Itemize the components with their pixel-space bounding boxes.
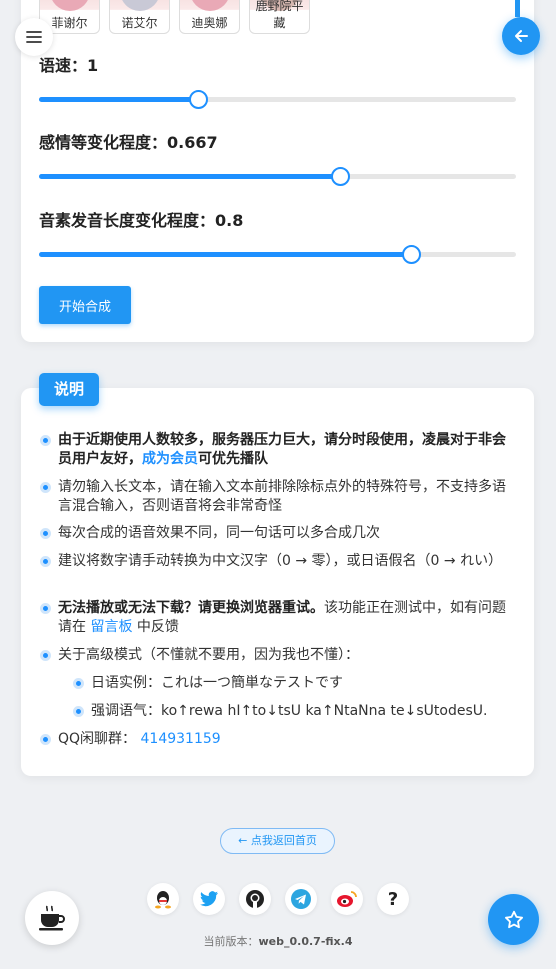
list-item: 无法播放或无法下载？请更换浏览器重试。该功能正在测试中，如有问题请在 留言板 中… (40, 599, 514, 637)
phoneme-length-label: 音素发音长度变化程度：0.8 (39, 211, 244, 230)
sub-list-item: 强调语气：ko↑rewa hI↑to↓tsU ka↑NtaNna te↓sUto… (73, 702, 513, 721)
back-home-button[interactable]: ← 点我返回首页 (220, 828, 335, 854)
star-icon (504, 910, 523, 928)
note-bold: 无法播放或无法下载？请更换浏览器重试。 (58, 600, 324, 616)
note-bold-after: 可优先播队 (198, 451, 268, 467)
slider-fill (39, 252, 412, 257)
list-item: 请勿输入长文本，请在输入文本前排除除标点外的特殊符号，不支持多语言混合输入，否则… (40, 478, 514, 516)
version-info: 当前版本：web_0.0.7-fix.4 (0, 933, 556, 949)
character-name: 鹿野院平藏 (255, 0, 304, 30)
menu-icon (26, 31, 42, 43)
version-value: web_0.0.7-fix.4 (258, 935, 353, 948)
note-bold: 由于近期使用人数较多，服务器压力巨大，请分时段使用，凌晨对于非会员用户友好， (58, 432, 506, 467)
note-text: 请勿输入长文本，请在输入文本前排除除标点外的特殊符号，不支持多语言混合输入，否则… (58, 479, 506, 514)
list-item: 由于近期使用人数较多，服务器压力巨大，请分时段使用，凌晨对于非会员用户友好，成为… (40, 431, 514, 469)
note-text: 每次合成的语音效果不同，同一句话可以多合成几次 (58, 525, 380, 541)
scroll-indicator (515, 0, 520, 17)
bullet-icon (40, 528, 51, 539)
sub-list-item: 日语实例：これは一つ簡単なテストです (73, 674, 513, 693)
character-thumb[interactable]: 迪奥娜 (179, 0, 240, 34)
favorite-button[interactable] (488, 894, 539, 945)
character-art (50, 0, 90, 11)
telegram-icon[interactable] (285, 883, 317, 915)
bullet-icon (73, 706, 84, 717)
emotion-slider[interactable] (39, 167, 516, 186)
character-thumb[interactable]: 鹿野院平藏 (249, 0, 310, 34)
note-text: 日语实例：これは一つ簡単なテストです (91, 675, 343, 691)
arrow-left-icon (515, 30, 528, 42)
emotion-label: 感情等变化程度：0.667 (39, 133, 218, 152)
speed-label: 语速：1 (39, 56, 99, 75)
slider-handle[interactable] (330, 167, 350, 186)
menu-button[interactable] (15, 18, 53, 56)
note-text: 关于高级模式（不懂就不要用，因为我也不懂）： (58, 647, 359, 663)
bullet-icon (40, 556, 51, 567)
coffee-cup-icon (39, 905, 65, 931)
coffee-button[interactable] (25, 891, 79, 945)
version-label: 当前版本： (203, 935, 259, 948)
twitter-icon[interactable] (193, 883, 225, 915)
bullet-icon (40, 734, 51, 745)
bullet-icon (40, 482, 51, 493)
bullet-icon (40, 650, 51, 661)
note-text: 建议将数字请手动转换为中文汉字（0 → 零），或日语假名（0 → れい） (58, 553, 503, 569)
character-art (120, 0, 160, 11)
message-board-link[interactable]: 留言板 (90, 619, 132, 635)
slider-fill (39, 97, 198, 102)
character-name: 诺艾尔 (121, 16, 158, 30)
bullet-icon (40, 435, 51, 446)
list-item: 建议将数字请手动转换为中文汉字（0 → 零），或日语假名（0 → れい） (40, 552, 514, 571)
bullet-icon (40, 603, 51, 614)
membership-link[interactable]: 成为会员 (142, 451, 198, 467)
social-links: ? (147, 883, 409, 915)
github-icon[interactable] (239, 883, 271, 915)
list-item: 每次合成的语音效果不同，同一句话可以多合成几次 (40, 524, 514, 543)
info-badge: 说明 (39, 373, 99, 406)
character-list: 菲谢尔 诺艾尔 迪奥娜 鹿野院平藏 (39, 0, 310, 34)
character-name: 迪奥娜 (191, 16, 228, 30)
bullet-icon (73, 678, 84, 689)
list-item: 关于高级模式（不懂就不要用，因为我也不懂）： (40, 646, 514, 665)
qq-group-link[interactable]: 414931159 (141, 731, 221, 747)
start-synthesis-button[interactable]: 开始合成 (39, 286, 131, 324)
note-text-after: 中反馈 (132, 619, 179, 635)
phoneme-length-slider[interactable] (39, 245, 516, 264)
character-art (190, 0, 230, 11)
speed-slider[interactable] (39, 90, 516, 109)
note-text: QQ闲聊群： (58, 731, 141, 747)
slider-fill (39, 174, 340, 179)
help-icon[interactable]: ? (377, 883, 409, 915)
back-button[interactable] (502, 17, 540, 55)
weibo-icon[interactable] (331, 883, 363, 915)
qq-icon[interactable] (147, 883, 179, 915)
list-item: QQ闲聊群： 414931159 (40, 730, 514, 749)
character-thumb[interactable]: 诺艾尔 (109, 0, 170, 34)
note-text: 强调语气：ko↑rewa hI↑to↓tsU ka↑NtaNna te↓sUto… (91, 703, 488, 719)
slider-handle[interactable] (402, 245, 422, 264)
slider-handle[interactable] (188, 90, 208, 109)
